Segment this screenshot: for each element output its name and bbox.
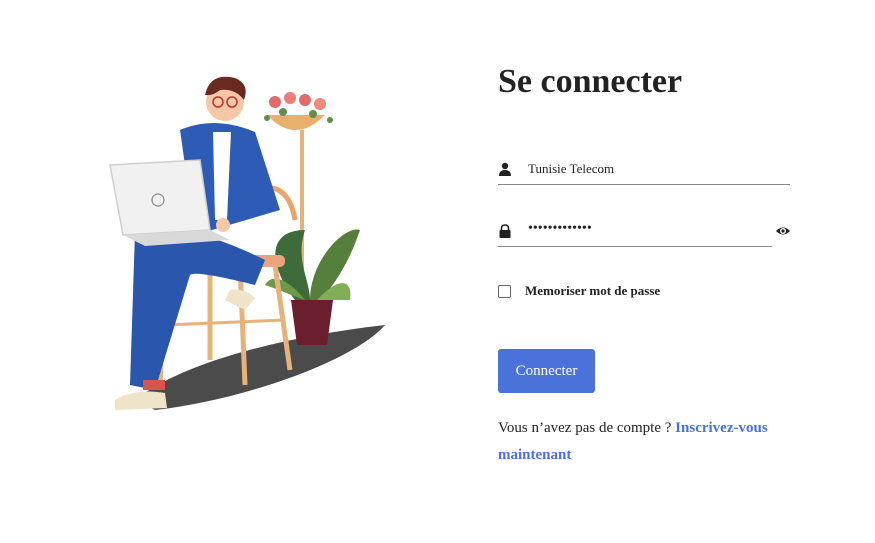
password-field[interactable]: ••••••••••••• <box>498 218 772 247</box>
signup-text: Vous n’avez pas de compte ? Inscrivez-vo… <box>498 415 798 469</box>
remember-checkbox[interactable] <box>498 284 511 298</box>
connect-button[interactable]: Connecter <box>498 349 595 393</box>
login-page: Se connecter Tunisie Telecom •••••••••••… <box>0 0 875 543</box>
username-field[interactable]: Tunisie Telecom <box>498 156 790 185</box>
remember-row: Memoriser mot de passe <box>498 283 660 299</box>
user-icon <box>499 162 511 176</box>
page-title: Se connecter <box>498 63 683 100</box>
eye-icon[interactable] <box>775 224 791 238</box>
signup-prompt: Vous n’avez pas de compte ? <box>498 420 672 436</box>
password-value: ••••••••••••• <box>528 221 592 236</box>
username-value: Tunisie Telecom <box>528 161 615 176</box>
lock-icon <box>499 224 511 238</box>
man-with-laptop-illustration <box>109 76 385 410</box>
login-form: Se connecter Tunisie Telecom •••••••••••… <box>498 62 798 463</box>
remember-label[interactable]: Memoriser mot de passe <box>525 283 660 299</box>
